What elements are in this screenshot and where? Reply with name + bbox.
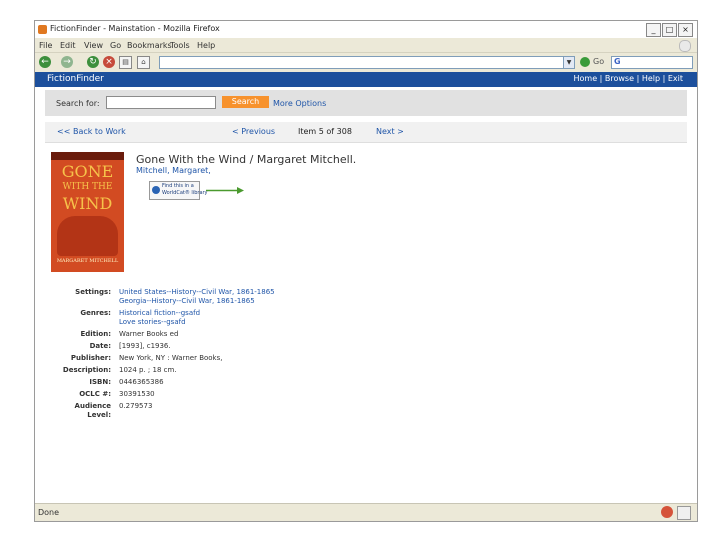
stop-icon[interactable]: × xyxy=(103,56,115,68)
browser-window: FictionFinder - Mainstation - Mozilla Fi… xyxy=(34,20,698,522)
menu-tools[interactable]: Tools xyxy=(170,41,190,50)
detail-value-link[interactable]: Georgia--History--Civil War, 1861-1865 xyxy=(119,297,275,306)
nav-link-home[interactable]: Home xyxy=(573,74,597,83)
detail-key: Date: xyxy=(89,342,111,350)
popup-blocker-icon[interactable] xyxy=(661,506,673,518)
result-pager: << Back to Work < Previous Item 5 of 308… xyxy=(45,122,687,143)
detail-value-link[interactable]: United States--History--Civil War, 1861-… xyxy=(119,288,275,297)
title-bar: FictionFinder - Mainstation - Mozilla Fi… xyxy=(35,21,697,38)
status-text: Done xyxy=(38,508,60,517)
detail-key: Publisher: xyxy=(70,354,111,362)
worldcat-badge[interactable]: Find this in a WorldCat® library xyxy=(149,181,208,200)
detail-value-line: 1024 p. ; 18 cm. xyxy=(119,366,177,374)
toolbar-search-box[interactable]: G xyxy=(611,56,693,69)
cover-title-line1: GONE xyxy=(61,162,114,181)
detail-key: Settings: xyxy=(75,288,111,296)
back-arrow-icon[interactable]: ← xyxy=(39,56,51,68)
cover-title-line3: WIND xyxy=(62,194,113,213)
next-link[interactable]: Next > xyxy=(376,127,404,136)
detail-value-link[interactable]: Love stories--gsafd xyxy=(119,318,200,327)
close-button[interactable]: × xyxy=(678,23,693,37)
site-brand[interactable]: FictionFinder xyxy=(47,74,104,84)
cover-title-line2: WITH THE xyxy=(62,182,113,192)
page-viewport: FictionFinder Home | Browse | Help | Exi… xyxy=(35,72,697,503)
menu-file[interactable]: File xyxy=(39,41,52,50)
window-title: FictionFinder - Mainstation - Mozilla Fi… xyxy=(50,24,220,33)
detail-key: Audience Level: xyxy=(74,402,111,419)
detail-value: 0.279573 xyxy=(119,402,152,411)
throbber-icon xyxy=(679,40,691,52)
address-dropdown-icon[interactable]: ▼ xyxy=(563,56,575,69)
detail-value-line: [1993], c1936. xyxy=(119,342,171,350)
firefox-icon xyxy=(38,25,47,34)
status-bar: Done xyxy=(35,503,697,521)
author-link[interactable]: Mitchell, Margaret, xyxy=(136,166,211,175)
menu-edit[interactable]: Edit xyxy=(60,41,76,50)
previous-link[interactable]: < Previous xyxy=(232,127,275,136)
detail-value-line: Warner Books ed xyxy=(119,330,179,338)
minimize-button[interactable]: _ xyxy=(646,23,661,37)
worldcat-badge-line1: Find this in a xyxy=(162,183,194,189)
cover-author: MARGARET MITCHELL xyxy=(56,258,119,264)
site-header: FictionFinder Home | Browse | Help | Exi… xyxy=(35,72,697,87)
reload-icon[interactable]: ↻ xyxy=(87,56,99,68)
site-nav: Home | Browse | Help | Exit xyxy=(573,74,683,83)
worldcat-badge-line2: WorldCat® library xyxy=(162,190,208,196)
detail-value: [1993], c1936. xyxy=(119,342,171,351)
detail-value: 30391530 xyxy=(119,390,155,399)
cover-artwork xyxy=(57,216,118,256)
window-controls: _ □ × xyxy=(646,23,693,37)
detail-key: Genres: xyxy=(80,309,111,317)
security-icon xyxy=(677,506,691,520)
detail-value-line: 0446365386 xyxy=(119,378,164,386)
detail-key: Edition: xyxy=(80,330,111,338)
go-button[interactable]: Go xyxy=(593,57,604,66)
home-icon[interactable]: ⌂ xyxy=(137,56,150,69)
nav-link-help[interactable]: Help xyxy=(642,74,660,83)
page-icon[interactable]: ▤ xyxy=(119,56,132,69)
detail-value-line: 30391530 xyxy=(119,390,155,398)
detail-value: 0446365386 xyxy=(119,378,164,387)
detail-key: OCLC #: xyxy=(79,390,111,398)
menu-bar: File Edit View Go Bookmarks Tools Help xyxy=(35,38,697,53)
menu-help[interactable]: Help xyxy=(197,41,215,50)
detail-value-link[interactable]: Historical fiction--gsafd xyxy=(119,309,200,318)
search-field[interactable] xyxy=(106,96,216,109)
book-title: Gone With the Wind / Margaret Mitchell. xyxy=(136,153,357,166)
back-to-work-link[interactable]: << Back to Work xyxy=(57,127,126,136)
detail-value: United States--History--Civil War, 1861-… xyxy=(119,288,275,306)
detail-key: ISBN: xyxy=(89,378,111,386)
nav-link-browse[interactable]: Browse xyxy=(605,74,634,83)
google-icon: G xyxy=(614,57,621,66)
detail-value: Historical fiction--gsafd Love stories--g… xyxy=(119,309,200,327)
go-icon[interactable] xyxy=(580,57,590,67)
search-label: Search for: xyxy=(56,99,100,108)
book-cover-image: GONE WITH THE WIND MARGARET MITCHELL xyxy=(51,152,124,272)
more-options-link[interactable]: More Options xyxy=(273,99,326,108)
detail-value: Warner Books ed xyxy=(119,330,178,339)
navigation-toolbar: ← → ↻ × ▤ ⌂ ▼ Go G xyxy=(35,53,697,71)
item-position: Item 5 of 308 xyxy=(298,127,352,136)
maximize-button[interactable]: □ xyxy=(662,23,677,37)
forward-arrow-icon[interactable]: → xyxy=(61,56,73,68)
detail-value: 1024 p. ; 18 cm. xyxy=(119,366,177,375)
search-input[interactable] xyxy=(107,97,215,108)
detail-value-line: New York, NY : Warner Books, xyxy=(119,354,223,362)
detail-key: Description: xyxy=(62,366,111,374)
detail-value-line: 0.279573 xyxy=(119,402,153,410)
address-bar[interactable] xyxy=(159,56,578,69)
search-panel: Search for: Search More Options xyxy=(45,90,687,116)
worldcat-logo-icon xyxy=(152,186,160,194)
nav-link-exit[interactable]: Exit xyxy=(668,74,683,83)
detail-value: New York, NY : Warner Books, xyxy=(119,354,222,363)
menu-view[interactable]: View xyxy=(84,41,103,50)
green-arrow-icon xyxy=(206,187,244,194)
menu-bookmarks[interactable]: Bookmarks xyxy=(127,41,172,50)
search-button[interactable]: Search xyxy=(222,96,269,108)
menu-go[interactable]: Go xyxy=(110,41,121,50)
url-input[interactable] xyxy=(160,57,578,68)
